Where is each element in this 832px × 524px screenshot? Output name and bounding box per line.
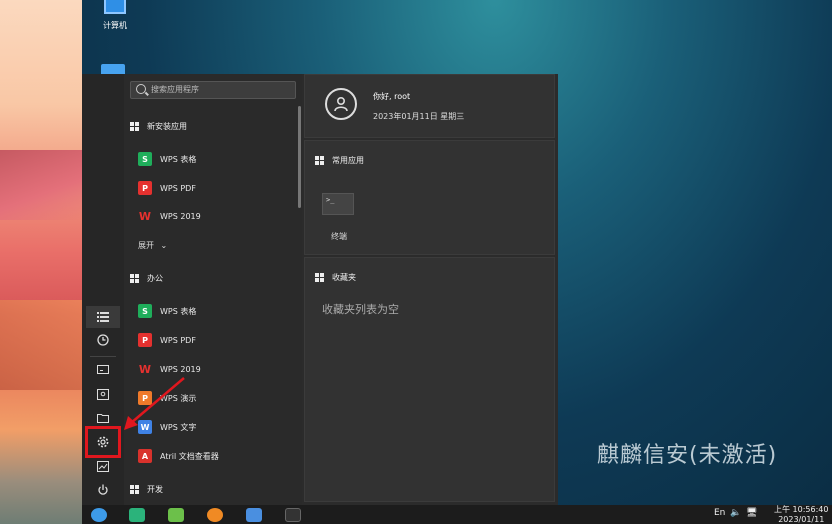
app-item-wps-2019[interactable]: W WPS 2019 [138,206,201,226]
wps-spreadsheet-icon: S [138,304,152,318]
search-icon [136,84,146,94]
app-item-wps-writer[interactable]: W WPS 文字 [138,417,196,437]
app-label: Atril 文档查看器 [160,451,219,461]
clock-time: 上午 10:56:40 [774,505,829,514]
wps-logo-icon: W [138,209,152,223]
power-button[interactable] [86,479,120,501]
all-apps-list-button[interactable] [86,306,120,328]
app-item-wps-2019[interactable]: W WPS 2019 [138,359,201,379]
monitor-icon [97,365,109,374]
chevron-down-icon: ⌄ [160,241,168,250]
folder-outline-icon [97,414,109,423]
app-label: WPS 演示 [160,393,197,403]
settings-highlight-box [85,426,121,458]
wps-pdf-icon: P [138,333,152,347]
app-item-wps-sheet[interactable]: S WPS 表格 [138,149,196,169]
grid-icon [130,274,139,283]
volume-icon[interactable]: 🔈 [730,508,741,518]
clock[interactable]: 上午 10:56:40 2023/01/11 [774,505,828,524]
wps-logo-icon: W [138,362,152,376]
firefox-icon[interactable] [207,508,223,522]
computer-button[interactable] [86,359,120,381]
menu-right-panel: 你好, root 2023年01月11日 星期三 常用应用 >_ 终端 收藏夹 … [304,74,558,505]
clock-date: 2023/01/11 [778,515,825,524]
expand-button[interactable]: 展开 ⌄ [138,240,167,251]
desktop-icon-computer[interactable]: 计算机 [100,0,130,31]
recent-button[interactable] [86,329,120,351]
desktop-icon-label: 计算机 [103,21,127,30]
app-item-wps-presentation[interactable]: P WPS 演示 [138,388,196,408]
clock-icon [97,334,109,346]
greeting-text: 你好, root [373,92,411,101]
computer-icon [104,0,126,14]
input-method-indicator[interactable]: En [714,508,725,518]
grid-icon [315,273,324,282]
app-label: WPS PDF [160,335,196,345]
date-text: 2023年01月11日 星期三 [373,112,465,121]
grid-icon [315,156,324,165]
app-item-wps-sheet[interactable]: S WPS 表格 [138,301,196,321]
favorites-title: 收藏夹 [315,272,356,283]
group-header-recent: 新安装应用 [130,121,187,132]
app-label: WPS 表格 [160,154,197,164]
user-card: 你好, root 2023年01月11日 星期三 [304,74,555,138]
wps-presentation-icon: P [138,391,152,405]
favorites-empty-text: 收藏夹列表为空 [322,303,399,316]
app-label: WPS 2019 [160,211,201,221]
group-title: 新安装应用 [147,122,187,131]
user-icon [334,96,348,112]
app-label: WPS 表格 [160,306,197,316]
terminal-app-label[interactable]: 终端 [331,231,347,242]
app-item-wps-pdf[interactable]: P WPS PDF [138,178,196,198]
image-icon [97,460,109,472]
menu-side-rail [82,74,124,505]
list-icon [97,312,109,322]
power-icon [98,484,108,495]
wps-writer-icon: W [138,420,152,434]
background-photo [0,0,82,524]
package-icon[interactable] [168,508,184,522]
group-header-dev: 开发 [130,484,163,495]
search-input[interactable]: 搜索应用程序 [130,81,296,99]
wps-pdf-icon: P [138,181,152,195]
app-item-atril[interactable]: A Atril 文档查看器 [138,446,219,466]
home-folder-button[interactable] [86,383,120,405]
terminal-app-icon[interactable]: >_ [322,193,354,215]
group-title: 开发 [147,485,163,494]
activation-watermark: 麒麟信安(未激活) [597,443,778,468]
atril-document-icon: A [138,449,152,463]
favorites-card: 收藏夹 收藏夹列表为空 [304,257,555,502]
terminal-taskbar-icon[interactable] [285,508,301,522]
taskbar: En 🔈 🖥 上午 10:56:40 2023/01/11 [82,505,832,524]
app-item-wps-pdf[interactable]: P WPS PDF [138,330,196,350]
file-manager-icon[interactable] [246,508,262,522]
app-label: WPS 2019 [160,364,201,374]
app-store-icon[interactable] [129,508,145,522]
common-apps-title: 常用应用 [315,155,364,166]
expand-label: 展开 [138,241,154,250]
home-folder-icon [97,388,109,400]
app-label: WPS 文字 [160,422,197,432]
app-list-scrollbar[interactable] [298,106,301,208]
group-title: 办公 [147,274,163,283]
start-button-icon[interactable] [91,508,107,522]
app-list-panel: 搜索应用程序 新安装应用 S WPS 表格 P WPS PDF W WPS 20… [124,74,302,505]
avatar[interactable] [325,88,357,120]
common-apps-card: 常用应用 >_ 终端 [304,140,555,255]
wps-spreadsheet-icon: S [138,152,152,166]
group-header-office: 办公 [130,273,163,284]
system-monitor-button[interactable] [86,455,120,477]
search-placeholder: 搜索应用程序 [151,85,199,94]
start-menu: 搜索应用程序 新安装应用 S WPS 表格 P WPS PDF W WPS 20… [82,74,558,505]
grid-icon [130,485,139,494]
network-icon[interactable]: 🖥 [746,508,757,518]
grid-icon [130,122,139,131]
app-label: WPS PDF [160,183,196,193]
